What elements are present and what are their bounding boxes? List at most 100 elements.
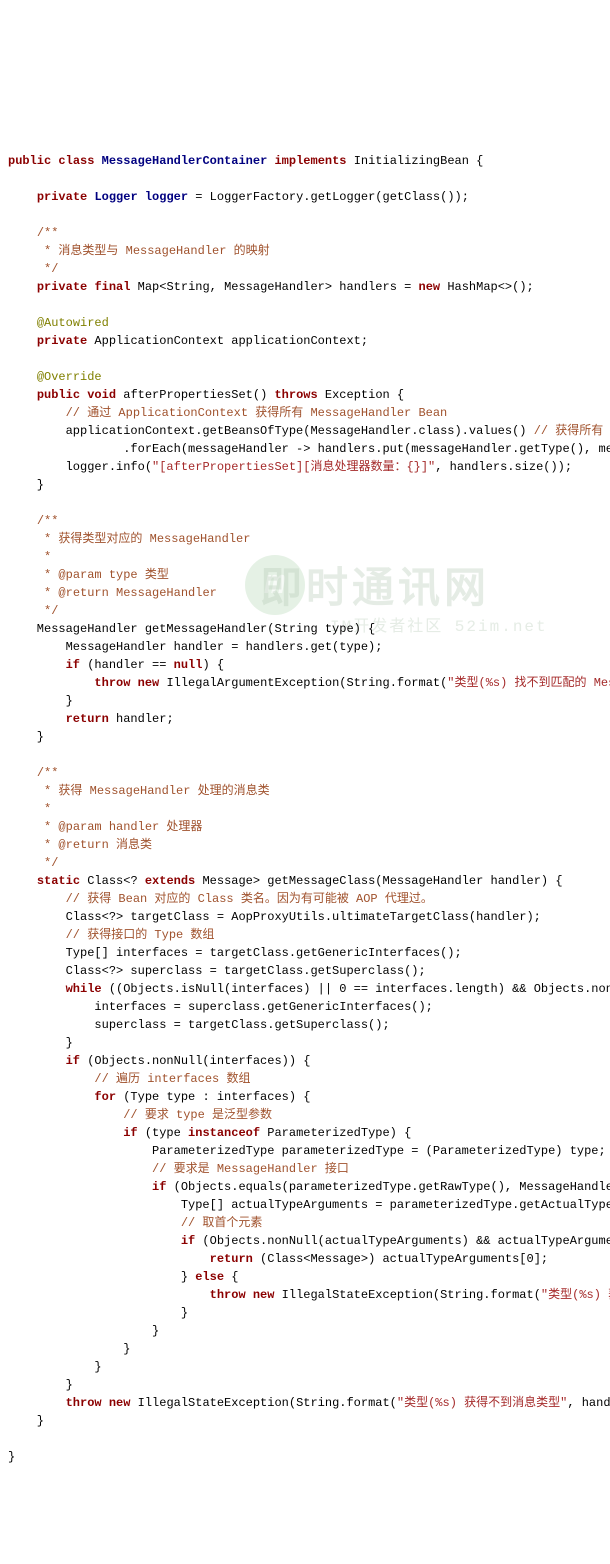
logger-assign: = LoggerFactory.getLogger(getClass()); bbox=[188, 190, 469, 204]
throw-ise-a: IllegalStateException(String.format( bbox=[274, 1288, 540, 1302]
comment-req-mh: // 要求是 MessageHandler 接口 bbox=[152, 1162, 349, 1176]
comment-return-mh: * @return MessageHandler bbox=[8, 586, 217, 600]
comment-first: // 取首个元素 bbox=[181, 1216, 263, 1230]
kw-return: return bbox=[66, 712, 109, 726]
field-logger: logger bbox=[145, 190, 188, 204]
exception: Exception { bbox=[325, 388, 404, 402]
if-equals: (Objects.equals(parameterizedType.getRaw… bbox=[166, 1180, 610, 1194]
str-notfound: "类型(%s) 找不到匹配的 MessageHandler 处理器" bbox=[447, 676, 610, 690]
kw-if: if bbox=[181, 1234, 195, 1248]
comment-iter: // 遍历 interfaces 数组 bbox=[94, 1072, 250, 1086]
str-loginfo: "[afterPropertiesSet][消息处理器数量：{}]" bbox=[152, 460, 435, 474]
kw-throw: throw bbox=[66, 1396, 102, 1410]
kw-throws: throws bbox=[274, 388, 317, 402]
kw-new: new bbox=[419, 280, 441, 294]
while-cond: ((Objects.isNull(interfaces) || 0 == int… bbox=[102, 982, 610, 996]
kw-new: new bbox=[253, 1288, 275, 1302]
comment-star: * bbox=[8, 550, 51, 564]
str-notype: "类型(%s) 获得不到消息类型" bbox=[541, 1288, 610, 1302]
throw-ise2-b: , handler)); bbox=[567, 1396, 610, 1410]
kw-void: void bbox=[87, 388, 116, 402]
comment-mapping: * 消息类型与 MessageHandler 的映射 bbox=[8, 244, 270, 258]
kw-else: else bbox=[195, 1270, 224, 1284]
annotation-autowired: @Autowired bbox=[37, 316, 109, 330]
while-body1: interfaces = superclass.getGenericInterf… bbox=[8, 1000, 433, 1014]
kw-extends: extends bbox=[145, 874, 195, 888]
comment-open: /** bbox=[37, 226, 59, 240]
if-inst-a: (type bbox=[138, 1126, 188, 1140]
line-targetclass: Class<?> targetClass = AopProxyUtils.ult… bbox=[8, 910, 541, 924]
return-cast: (Class<Message>) actualTypeArguments[0]; bbox=[253, 1252, 548, 1266]
code-block: public class MessageHandlerContainer imp… bbox=[8, 152, 602, 1466]
line-superclass: Class<?> superclass = targetClass.getSup… bbox=[8, 964, 426, 978]
hashmap-tail: HashMap<>(); bbox=[447, 280, 533, 294]
handlers-decl: Map<String, MessageHandler> handlers = bbox=[130, 280, 418, 294]
close-brace: } bbox=[8, 1450, 15, 1464]
if-inst-b: ParameterizedType) { bbox=[260, 1126, 411, 1140]
kw-null: null bbox=[174, 658, 203, 672]
getmh-sig: MessageHandler getMessageHandler(String … bbox=[8, 622, 375, 636]
comment-return-msg: * @return 消息类 bbox=[8, 838, 152, 852]
class-name: MessageHandlerContainer bbox=[102, 154, 268, 168]
kw-throw: throw bbox=[94, 676, 130, 690]
loginfo-a: logger.info( bbox=[8, 460, 152, 474]
line-interfaces: Type[] interfaces = targetClass.getGener… bbox=[8, 946, 462, 960]
comment-open: /** bbox=[37, 514, 59, 528]
comment-req-generic: // 要求 type 是泛型参数 bbox=[123, 1108, 272, 1122]
if-nn: (Objects.nonNull(interfaces)) { bbox=[80, 1054, 310, 1068]
kw-new: new bbox=[138, 676, 160, 690]
kw-implements: implements bbox=[274, 154, 346, 168]
interface-name: InitializingBean bbox=[354, 154, 469, 168]
annotation-override: @Override bbox=[37, 370, 102, 384]
line-ptype: ParameterizedType parameterizedType = (P… bbox=[8, 1144, 606, 1158]
comment-getall: // 获得所有 MessageHandler Bean bbox=[534, 424, 610, 438]
kw-throw: throw bbox=[210, 1288, 246, 1302]
afterprops-sig: afterPropertiesSet() bbox=[116, 388, 274, 402]
throw-iae-a: IllegalArgumentException(String.format( bbox=[159, 676, 447, 690]
kw-private: private bbox=[37, 334, 87, 348]
kw-private: private bbox=[37, 280, 87, 294]
line-getbeans: applicationContext.getBeansOfType(Messag… bbox=[8, 424, 534, 438]
kw-if: if bbox=[123, 1126, 137, 1140]
kw-public: public bbox=[37, 388, 80, 402]
kw-private: private bbox=[37, 190, 87, 204]
comment-star: * bbox=[8, 802, 51, 816]
kw-instanceof: instanceof bbox=[188, 1126, 260, 1140]
comment-getmh1: * 获得类型对应的 MessageHandler bbox=[8, 532, 250, 546]
comment-param-type: * @param type 类型 bbox=[8, 568, 169, 582]
appctx-decl: ApplicationContext applicationContext; bbox=[87, 334, 368, 348]
comment-param-handler: * @param handler 处理器 bbox=[8, 820, 202, 834]
kw-if: if bbox=[66, 1054, 80, 1068]
if-args: (Objects.nonNull(actualTypeArguments) &&… bbox=[195, 1234, 610, 1248]
loginfo-b: , handlers.size()); bbox=[435, 460, 572, 474]
comment-open: /** bbox=[37, 766, 59, 780]
getmc-sig-a: Class<? bbox=[80, 874, 145, 888]
comment-getmc1: * 获得 MessageHandler 处理的消息类 bbox=[8, 784, 270, 798]
kw-final: final bbox=[94, 280, 130, 294]
comment-getintf: // 获得接口的 Type 数组 bbox=[66, 928, 215, 942]
while-body2: superclass = targetClass.getSuperclass()… bbox=[8, 1018, 390, 1032]
throw-ise2-a: IllegalStateException(String.format( bbox=[130, 1396, 396, 1410]
kw-if: if bbox=[66, 658, 80, 672]
kw-public: public bbox=[8, 154, 51, 168]
for-head: (Type type : interfaces) { bbox=[116, 1090, 310, 1104]
kw-while: while bbox=[66, 982, 102, 996]
kw-for: for bbox=[94, 1090, 116, 1104]
return-handler: handler; bbox=[109, 712, 174, 726]
comment-getbeanclass: // 获得 Bean 对应的 Class 类名。因为有可能被 AOP 代理过。 bbox=[66, 892, 433, 906]
comment-close: */ bbox=[8, 604, 58, 618]
kw-class: class bbox=[58, 154, 94, 168]
line-foreach: .forEach(messageHandler -> handlers.put(… bbox=[8, 442, 610, 456]
kw-new: new bbox=[109, 1396, 131, 1410]
if-tail: ) { bbox=[202, 658, 224, 672]
getmc-sig-b: Message> getMessageClass(MessageHandler … bbox=[195, 874, 562, 888]
else-open: { bbox=[224, 1270, 238, 1284]
kw-return: return bbox=[210, 1252, 253, 1266]
comment-close: */ bbox=[8, 856, 58, 870]
comment-close: */ bbox=[8, 262, 58, 276]
line-actualargs: Type[] actualTypeArguments = parameteriz… bbox=[8, 1198, 610, 1212]
comment-afterprops1: // 通过 ApplicationContext 获得所有 MessageHan… bbox=[66, 406, 448, 420]
type-logger: Logger bbox=[94, 190, 137, 204]
if-cond: (handler == bbox=[80, 658, 174, 672]
kw-static: static bbox=[37, 874, 80, 888]
